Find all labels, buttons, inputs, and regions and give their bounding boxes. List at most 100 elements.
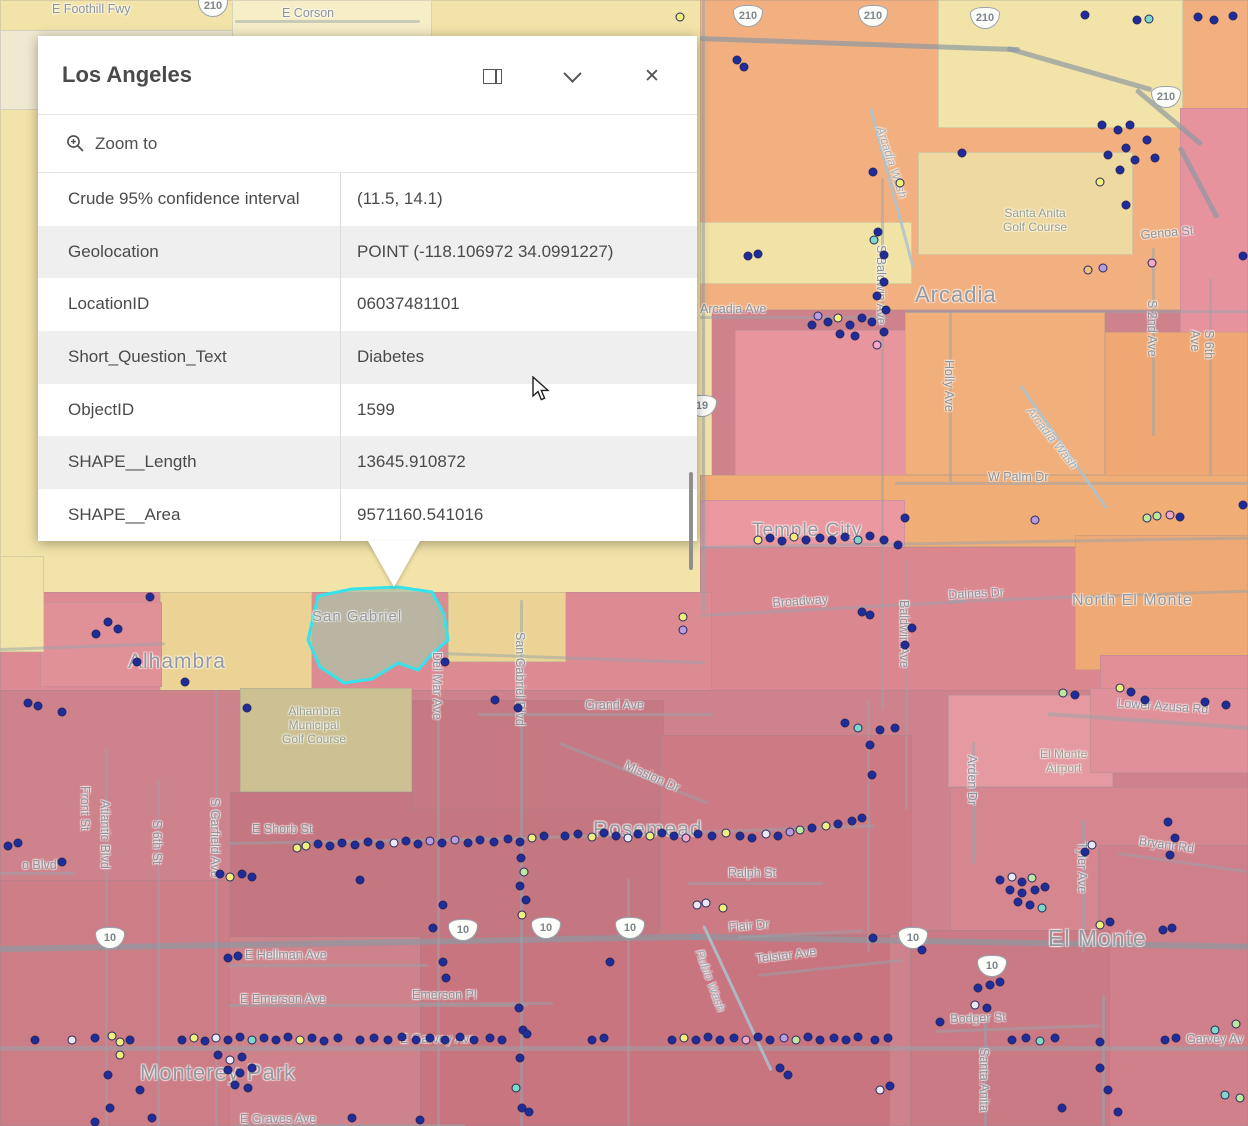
data-point[interactable] <box>1170 833 1180 843</box>
data-point[interactable] <box>875 1085 885 1095</box>
data-point[interactable] <box>973 983 983 993</box>
data-point[interactable] <box>691 1035 701 1045</box>
data-point[interactable] <box>718 903 728 913</box>
data-point[interactable] <box>1210 1025 1220 1035</box>
data-point[interactable] <box>645 831 655 841</box>
data-point[interactable] <box>135 1085 145 1095</box>
data-point[interactable] <box>823 317 833 327</box>
data-point[interactable] <box>413 839 423 849</box>
data-point[interactable] <box>833 819 843 829</box>
data-point[interactable] <box>91 629 101 639</box>
data-point[interactable] <box>283 1032 293 1042</box>
data-point[interactable] <box>440 657 450 667</box>
data-point[interactable] <box>30 1035 40 1045</box>
data-point[interactable] <box>721 828 731 838</box>
data-point[interactable] <box>853 723 863 733</box>
data-point[interactable] <box>1103 1085 1113 1095</box>
data-point[interactable] <box>895 178 905 188</box>
data-point[interactable] <box>223 1035 233 1045</box>
data-point[interactable] <box>743 251 753 261</box>
data-point[interactable] <box>865 610 875 620</box>
data-point[interactable] <box>415 1115 425 1125</box>
data-point[interactable] <box>515 881 525 891</box>
data-point[interactable] <box>868 933 878 943</box>
data-point[interactable] <box>850 331 860 341</box>
data-point[interactable] <box>237 1052 247 1062</box>
data-point[interactable] <box>225 872 235 882</box>
data-point[interactable] <box>845 320 855 330</box>
data-point[interactable] <box>213 1050 223 1060</box>
data-point[interactable] <box>853 535 863 545</box>
data-point[interactable] <box>103 617 113 627</box>
data-point[interactable] <box>741 1035 751 1045</box>
data-point[interactable] <box>125 1035 135 1045</box>
data-point[interactable] <box>679 1033 689 1043</box>
data-point[interactable] <box>735 831 745 841</box>
data-point[interactable] <box>701 898 711 908</box>
data-point[interactable] <box>753 535 763 545</box>
data-point[interactable] <box>1080 10 1090 20</box>
data-point[interactable] <box>355 875 365 885</box>
data-point[interactable] <box>815 1035 825 1045</box>
data-point[interactable] <box>237 869 247 879</box>
data-point[interactable] <box>1005 885 1015 895</box>
data-point[interactable] <box>1175 512 1185 522</box>
data-point[interactable] <box>1103 150 1113 160</box>
data-point[interactable] <box>678 612 688 622</box>
data-point[interactable] <box>917 945 927 955</box>
data-point[interactable] <box>200 1036 210 1046</box>
data-point[interactable] <box>1238 500 1248 510</box>
data-point[interactable] <box>1126 687 1136 697</box>
data-point[interactable] <box>1125 120 1135 130</box>
data-point[interactable] <box>765 533 775 543</box>
data-point[interactable] <box>667 1035 677 1045</box>
data-point[interactable] <box>1025 900 1035 910</box>
data-point[interactable] <box>1220 1090 1230 1100</box>
data-point[interactable] <box>753 1032 763 1042</box>
data-point[interactable] <box>325 841 335 851</box>
data-point[interactable] <box>841 1035 851 1045</box>
data-point[interactable] <box>57 857 67 867</box>
data-point[interactable] <box>301 841 311 851</box>
data-point[interactable] <box>115 1037 125 1047</box>
data-point[interactable] <box>777 536 787 546</box>
data-point[interactable] <box>1160 1035 1170 1045</box>
data-point[interactable] <box>513 703 523 713</box>
data-point[interactable] <box>517 910 527 920</box>
data-point[interactable] <box>867 770 877 780</box>
data-point[interactable] <box>307 1033 317 1043</box>
data-point[interactable] <box>132 657 142 667</box>
data-point[interactable] <box>1037 903 1047 913</box>
data-point[interactable] <box>1058 688 1068 698</box>
data-point[interactable] <box>729 1033 739 1043</box>
data-point[interactable] <box>872 291 882 301</box>
data-point[interactable] <box>1200 697 1210 707</box>
data-point[interactable] <box>1050 1033 1060 1043</box>
data-point[interactable] <box>1095 177 1105 187</box>
data-point[interactable] <box>145 592 155 602</box>
data-point[interactable] <box>1142 513 1152 523</box>
data-point[interactable] <box>879 277 889 287</box>
data-point[interactable] <box>885 1081 895 1091</box>
data-point[interactable] <box>815 533 825 543</box>
data-point[interactable] <box>514 1003 524 1013</box>
data-point[interactable] <box>233 951 243 961</box>
data-point[interactable] <box>611 831 621 841</box>
data-point[interactable] <box>599 1033 609 1043</box>
data-point[interactable] <box>1165 850 1175 860</box>
data-point[interactable] <box>1007 1035 1017 1045</box>
data-point[interactable] <box>437 838 447 848</box>
data-point[interactable] <box>211 1033 221 1043</box>
data-point[interactable] <box>1113 125 1123 135</box>
data-point[interactable] <box>678 625 688 635</box>
data-point[interactable] <box>1070 690 1080 700</box>
data-point[interactable] <box>829 1033 839 1043</box>
data-point[interactable] <box>425 836 435 846</box>
data-point[interactable] <box>747 833 757 843</box>
data-point[interactable] <box>827 535 837 545</box>
data-point[interactable] <box>1027 873 1037 883</box>
map[interactable]: E Foothill Fwy E Corson Santa Anita Golf C… <box>0 0 1248 1126</box>
data-point[interactable] <box>247 1063 257 1073</box>
data-point[interactable] <box>475 835 485 845</box>
data-point[interactable] <box>425 1033 435 1043</box>
